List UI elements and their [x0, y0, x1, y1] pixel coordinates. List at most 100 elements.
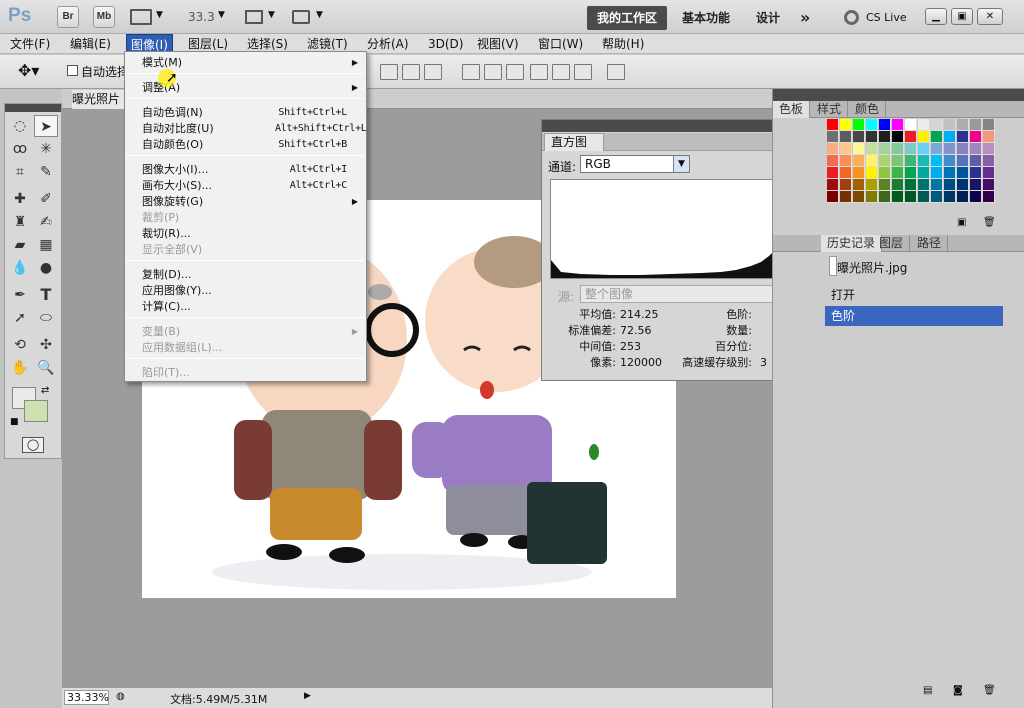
menu-help[interactable]: 帮助(H) — [598, 34, 648, 54]
color-swatch[interactable] — [983, 131, 995, 143]
image-menu-item[interactable]: 自动对比度(U) Alt+Shift+Ctrl+L — [125, 121, 367, 137]
color-swatch[interactable] — [892, 179, 904, 191]
workspace-basic-button[interactable]: 基本功能 — [672, 6, 740, 30]
type-tool-icon[interactable]: T — [34, 284, 58, 306]
color-swatch[interactable] — [840, 155, 852, 167]
color-swatch[interactable] — [931, 155, 943, 167]
color-swatch[interactable] — [905, 155, 917, 167]
color-swatch[interactable] — [931, 167, 943, 179]
color-swatch[interactable] — [918, 143, 930, 155]
color-swatch[interactable] — [866, 131, 878, 143]
color-swatch[interactable] — [827, 131, 839, 143]
marquee-tool-icon[interactable]: ◌ — [8, 115, 32, 137]
channel-select[interactable]: RGB ▼ — [580, 155, 690, 173]
chevron-down-icon[interactable]: ▼ — [316, 10, 323, 20]
color-swatch[interactable] — [853, 155, 865, 167]
color-swatch[interactable] — [918, 119, 930, 131]
zoom-level[interactable]: 33.3 — [188, 10, 215, 24]
color-swatch[interactable] — [866, 167, 878, 179]
color-swatch[interactable] — [892, 131, 904, 143]
color-swatch[interactable] — [892, 167, 904, 179]
color-swatch[interactable] — [944, 179, 956, 191]
image-menu-item[interactable]: 自动色调(N) Shift+Ctrl+L — [125, 105, 366, 121]
menu-window[interactable]: 窗口(W) — [534, 34, 587, 54]
color-swatch[interactable] — [931, 131, 943, 143]
color-swatch[interactable] — [918, 191, 930, 203]
crop-tool-icon[interactable]: ⌗ — [8, 161, 32, 183]
color-swatch[interactable] — [866, 143, 878, 155]
3d-rotate-icon[interactable]: ⟲ — [8, 334, 32, 356]
blur-tool-icon[interactable]: 💧 — [8, 257, 32, 279]
histogram-tab[interactable]: 直方图 — [544, 133, 604, 151]
color-swatch[interactable] — [931, 179, 943, 191]
color-swatch[interactable] — [983, 155, 995, 167]
auto-align-icon[interactable] — [607, 64, 625, 80]
image-menu-item[interactable]: 模式(M) ▶ — [125, 55, 366, 71]
align-top-icon[interactable] — [380, 64, 398, 80]
image-menu-item[interactable]: 画布大小(S)... Alt+Ctrl+C — [125, 178, 366, 194]
history-snapshot-icon[interactable]: ◙ — [953, 685, 963, 696]
color-swatch[interactable] — [918, 131, 930, 143]
color-swatch[interactable] — [879, 167, 891, 179]
color-swatch[interactable] — [892, 119, 904, 131]
color-swatch[interactable] — [827, 179, 839, 191]
history-item-open[interactable]: 打开 — [825, 285, 1003, 305]
swap-colors-icon[interactable]: ⇄ — [41, 385, 49, 396]
color-swatch[interactable] — [957, 191, 969, 203]
color-swatch[interactable] — [970, 191, 982, 203]
color-swatch[interactable] — [905, 131, 917, 143]
image-menu-item[interactable]: 裁切(R)... — [125, 226, 366, 242]
color-swatch[interactable] — [866, 119, 878, 131]
color-swatch[interactable] — [866, 191, 878, 203]
image-menu-item[interactable]: 图像旋转(G) ▶ — [125, 194, 366, 210]
zoom-tool-icon[interactable]: 🔍 — [34, 357, 58, 379]
distribute-vcenter-icon[interactable] — [484, 64, 502, 80]
distribute-bottom-icon[interactable] — [506, 64, 524, 80]
color-swatch[interactable] — [879, 131, 891, 143]
brush-tool-icon[interactable]: ✐ — [34, 188, 58, 210]
distribute-right-icon[interactable] — [574, 64, 592, 80]
quick-mask-icon[interactable]: ◯ — [22, 437, 44, 453]
menu-analysis[interactable]: 分析(A) — [363, 34, 413, 54]
color-swatch[interactable] — [983, 119, 995, 131]
3d-orbit-icon[interactable]: ✣ — [34, 334, 58, 356]
color-swatch[interactable] — [944, 119, 956, 131]
history-item-levels[interactable]: 色阶 — [825, 306, 1003, 326]
workspace-mine-button[interactable]: 我的工作区 — [587, 6, 668, 30]
color-swatch[interactable] — [827, 191, 839, 203]
distribute-left-icon[interactable] — [530, 64, 548, 80]
color-swatch[interactable] — [983, 179, 995, 191]
auto-select-checkbox[interactable] — [67, 65, 78, 76]
shape-tool-icon[interactable]: ⬭ — [34, 307, 58, 329]
color-swatch[interactable] — [853, 167, 865, 179]
color-swatch[interactable] — [957, 131, 969, 143]
color-swatch[interactable] — [853, 179, 865, 191]
mini-bridge-button[interactable]: Mb — [93, 6, 115, 28]
color-swatch[interactable] — [983, 191, 995, 203]
color-swatch[interactable] — [879, 143, 891, 155]
color-swatch[interactable] — [827, 167, 839, 179]
color-swatch[interactable] — [892, 155, 904, 167]
tab-swatches[interactable]: 色板 — [773, 101, 811, 118]
color-swatch[interactable] — [840, 119, 852, 131]
color-swatch[interactable] — [853, 191, 865, 203]
arrange-documents-icon[interactable] — [245, 10, 263, 24]
color-swatch[interactable] — [957, 155, 969, 167]
color-swatch[interactable] — [905, 179, 917, 191]
tab-color[interactable]: 颜色 — [849, 101, 887, 118]
color-swatch[interactable] — [840, 143, 852, 155]
document-tab[interactable]: 曝光照片 — [72, 90, 132, 109]
dock-titlebar[interactable] — [773, 89, 1024, 101]
color-swatch[interactable] — [970, 143, 982, 155]
align-bottom-icon[interactable] — [424, 64, 442, 80]
history-snapshot-label[interactable]: 曝光照片.jpg — [837, 259, 907, 276]
move-tool-icon[interactable]: ➤ — [34, 115, 58, 137]
new-swatch-icon[interactable]: ▣ — [957, 217, 966, 228]
tab-layers[interactable]: 图层 — [873, 235, 911, 252]
color-swatch[interactable] — [892, 191, 904, 203]
color-swatch[interactable] — [970, 155, 982, 167]
color-swatch[interactable] — [866, 155, 878, 167]
healing-brush-icon[interactable]: ✚ — [8, 188, 32, 210]
color-swatch[interactable] — [879, 179, 891, 191]
chevron-down-icon[interactable]: ▼ — [156, 10, 163, 20]
